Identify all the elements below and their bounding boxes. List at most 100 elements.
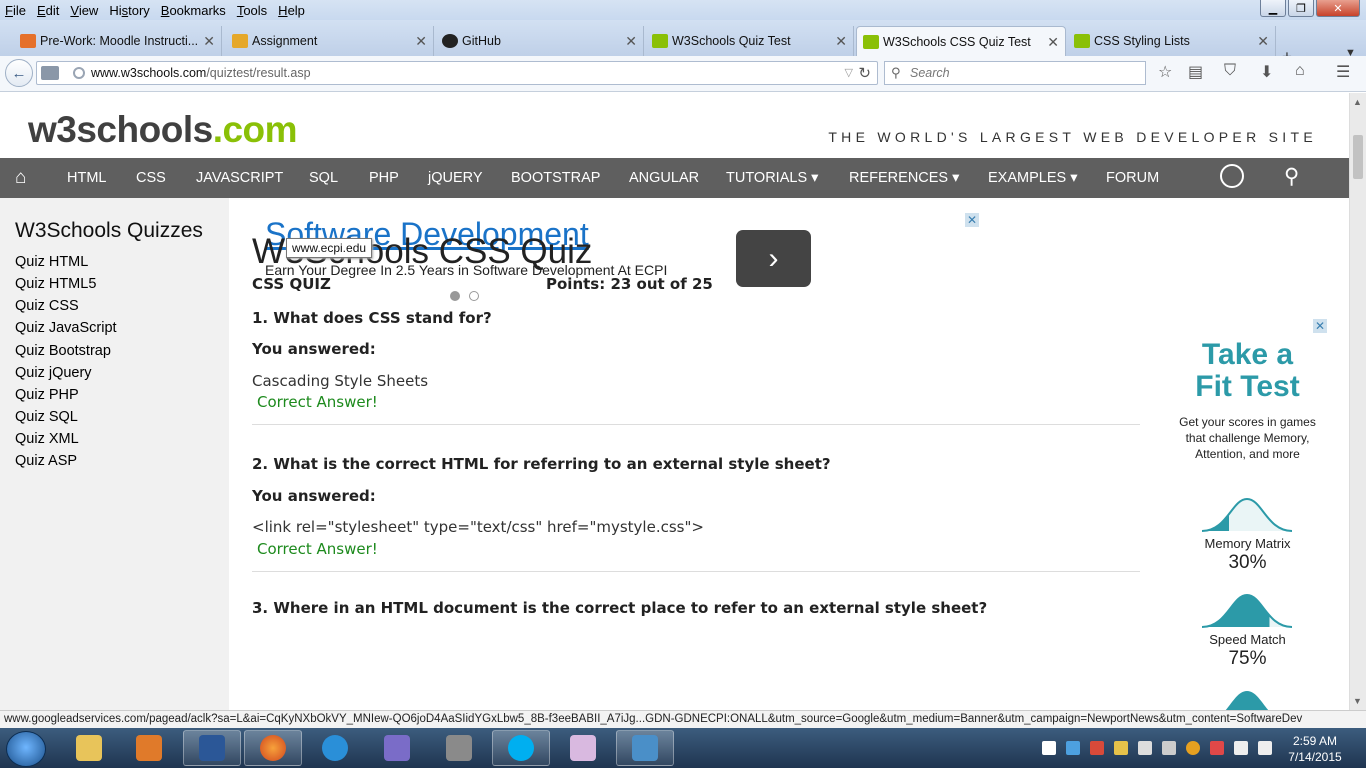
tab-w3schools-css-quiz-test[interactable]: W3Schools CSS Quiz Test ✕ bbox=[856, 26, 1066, 56]
sidebar-item-quiz-css[interactable]: Quiz CSS bbox=[15, 298, 79, 314]
pocket-icon[interactable]: ⛉ bbox=[1224, 62, 1236, 80]
sidebar-item-quiz-jquery[interactable]: Quiz jQuery bbox=[15, 365, 92, 381]
close-tab-icon[interactable]: ✕ bbox=[1257, 33, 1269, 50]
taskbar-clock[interactable]: 2:59 AM 7/14/2015 bbox=[1280, 733, 1350, 765]
windows-flag-icon[interactable] bbox=[1042, 741, 1056, 755]
sidebar-item-quiz-html5[interactable]: Quiz HTML5 bbox=[15, 276, 96, 292]
sidebar-item-quiz-bootstrap[interactable]: Quiz Bootstrap bbox=[15, 343, 111, 359]
identity-box-icon[interactable] bbox=[41, 66, 59, 80]
taskbar-chess[interactable] bbox=[430, 730, 488, 766]
taskbar-media-player[interactable] bbox=[120, 730, 178, 766]
menu-history[interactable]: History bbox=[104, 3, 153, 18]
ad-pager-dot[interactable] bbox=[469, 291, 479, 301]
menu-edit[interactable]: Edit bbox=[32, 3, 63, 18]
search-icon[interactable]: ⚲ bbox=[1284, 164, 1299, 189]
taskbar-internet-explorer[interactable] bbox=[306, 730, 364, 766]
menu-help[interactable]: Help bbox=[273, 3, 309, 18]
search-input[interactable]: ⚲ Search bbox=[884, 61, 1146, 85]
tray-app-icon[interactable] bbox=[1234, 741, 1248, 755]
downloads-icon[interactable]: ⬇ bbox=[1260, 62, 1273, 82]
taskbar-app-5[interactable] bbox=[368, 730, 426, 766]
question-2-answer: <link rel="stylesheet" type="text/css" h… bbox=[252, 518, 704, 536]
minimize-button[interactable]: ▁ bbox=[1260, 0, 1286, 17]
tab-label: W3Schools CSS Quiz Test bbox=[883, 34, 1031, 49]
sidebar-item-quiz-html[interactable]: Quiz HTML bbox=[15, 254, 88, 270]
tab-assignment[interactable]: Assignment ✕ bbox=[226, 26, 434, 56]
back-button[interactable]: ← bbox=[5, 59, 33, 87]
scroll-down-icon[interactable]: ▼ bbox=[1353, 696, 1362, 706]
sidebar-item-quiz-javascript[interactable]: Quiz JavaScript bbox=[15, 320, 117, 336]
menu-bookmarks[interactable]: Bookmarks bbox=[156, 3, 230, 18]
tab-w3schools-quiz-test[interactable]: W3Schools Quiz Test ✕ bbox=[646, 26, 854, 56]
start-button[interactable] bbox=[6, 731, 46, 767]
reading-list-icon[interactable]: ▤ bbox=[1188, 62, 1203, 82]
tab-github[interactable]: GitHub ✕ bbox=[436, 26, 644, 56]
nav-javascript[interactable]: JAVASCRIPT bbox=[196, 170, 283, 186]
status-bar-url: www.googleadservices.com/pagead/aclk?sa=… bbox=[0, 710, 1366, 728]
sidebar-item-quiz-asp[interactable]: Quiz ASP bbox=[15, 453, 77, 469]
close-tab-icon[interactable]: ✕ bbox=[835, 33, 847, 50]
nav-tutorials[interactable]: TUTORIALS ▾ bbox=[726, 170, 818, 186]
ad-pager-dot[interactable] bbox=[450, 291, 460, 301]
right-ad-fit-test[interactable]: ✕ Take a Fit Test Get your scores in game… bbox=[1160, 317, 1335, 710]
nav-bootstrap[interactable]: BOOTSTRAP bbox=[511, 170, 600, 186]
tray-app-icon[interactable] bbox=[1162, 741, 1176, 755]
ad-close-icon[interactable]: ✕ bbox=[965, 213, 979, 227]
menu-view[interactable]: View bbox=[65, 3, 102, 18]
scrollbar-thumb[interactable] bbox=[1353, 135, 1363, 179]
close-tab-icon[interactable]: ✕ bbox=[625, 33, 637, 50]
nav-html[interactable]: HTML bbox=[67, 170, 106, 186]
notification-icon[interactable] bbox=[1186, 741, 1200, 755]
sidebar-item-quiz-php[interactable]: Quiz PHP bbox=[15, 387, 79, 403]
action-center-icon[interactable] bbox=[1210, 741, 1224, 755]
tab-moodle[interactable]: Pre-Work: Moodle Instructi... ✕ bbox=[14, 26, 222, 56]
tray-app-icon[interactable] bbox=[1066, 741, 1080, 755]
sidebar-title: W3Schools Quizzes bbox=[15, 219, 203, 242]
nav-php[interactable]: PHP bbox=[369, 170, 399, 186]
scroll-up-icon[interactable]: ▲ bbox=[1353, 97, 1362, 107]
taskbar-skype[interactable] bbox=[492, 730, 550, 766]
home-icon[interactable]: ⌂ bbox=[15, 167, 26, 189]
nav-references[interactable]: REFERENCES ▾ bbox=[849, 170, 959, 186]
menu-file[interactable]: File bbox=[0, 3, 30, 18]
network-signal-icon[interactable] bbox=[1258, 741, 1272, 755]
w3schools-logo[interactable]: w3schools.com bbox=[28, 109, 298, 151]
taskbar-photo-viewer[interactable] bbox=[616, 730, 674, 766]
close-tab-icon[interactable]: ✕ bbox=[415, 33, 427, 50]
tab-label: CSS Styling Lists bbox=[1094, 34, 1190, 48]
tray-app-icon[interactable] bbox=[1090, 741, 1104, 755]
clock-date: 7/14/2015 bbox=[1288, 750, 1342, 764]
taskbar-firefox[interactable] bbox=[244, 730, 302, 766]
menu-tools[interactable]: Tools bbox=[232, 3, 271, 18]
globe-icon[interactable] bbox=[1220, 164, 1244, 188]
address-bar[interactable]: www.w3schools.com/quiztest/result.asp ▽ … bbox=[36, 61, 878, 85]
nav-forum[interactable]: FORUM bbox=[1106, 170, 1159, 186]
volume-icon[interactable] bbox=[1138, 741, 1152, 755]
close-tab-icon[interactable]: ✕ bbox=[203, 33, 215, 50]
ad-close-icon[interactable]: ✕ bbox=[1313, 319, 1327, 333]
home-icon[interactable]: ⌂ bbox=[1295, 62, 1305, 80]
taskbar-paint[interactable] bbox=[554, 730, 612, 766]
open-menu-icon[interactable]: ☰ bbox=[1336, 62, 1350, 82]
taskbar-explorer[interactable] bbox=[60, 730, 118, 766]
nav-examples[interactable]: EXAMPLES ▾ bbox=[988, 170, 1077, 186]
w3schools-favicon-icon bbox=[1074, 34, 1090, 48]
tray-app-icon[interactable] bbox=[1114, 741, 1128, 755]
sidebar-item-quiz-xml[interactable]: Quiz XML bbox=[15, 431, 79, 447]
history-dropdown-icon[interactable]: ▽ bbox=[845, 66, 853, 79]
nav-angular[interactable]: ANGULAR bbox=[629, 170, 699, 186]
taskbar-word[interactable] bbox=[183, 730, 241, 766]
ad-next-button[interactable]: › bbox=[736, 230, 811, 287]
maximize-button[interactable]: ❐ bbox=[1288, 0, 1314, 17]
reload-icon[interactable]: ↻ bbox=[858, 64, 871, 82]
close-tab-icon[interactable]: ✕ bbox=[1047, 34, 1059, 51]
nav-jquery[interactable]: jQUERY bbox=[428, 170, 483, 186]
close-window-button[interactable]: ✕ bbox=[1316, 0, 1360, 17]
back-arrow-icon: ← bbox=[11, 64, 27, 82]
nav-css[interactable]: CSS bbox=[136, 170, 166, 186]
bookmark-star-icon[interactable]: ☆ bbox=[1158, 62, 1172, 82]
tab-css-styling-lists[interactable]: CSS Styling Lists ✕ bbox=[1068, 26, 1276, 56]
page-scrollbar[interactable]: ▲ ▼ bbox=[1349, 93, 1366, 710]
nav-sql[interactable]: SQL bbox=[309, 170, 338, 186]
sidebar-item-quiz-sql[interactable]: Quiz SQL bbox=[15, 409, 78, 425]
